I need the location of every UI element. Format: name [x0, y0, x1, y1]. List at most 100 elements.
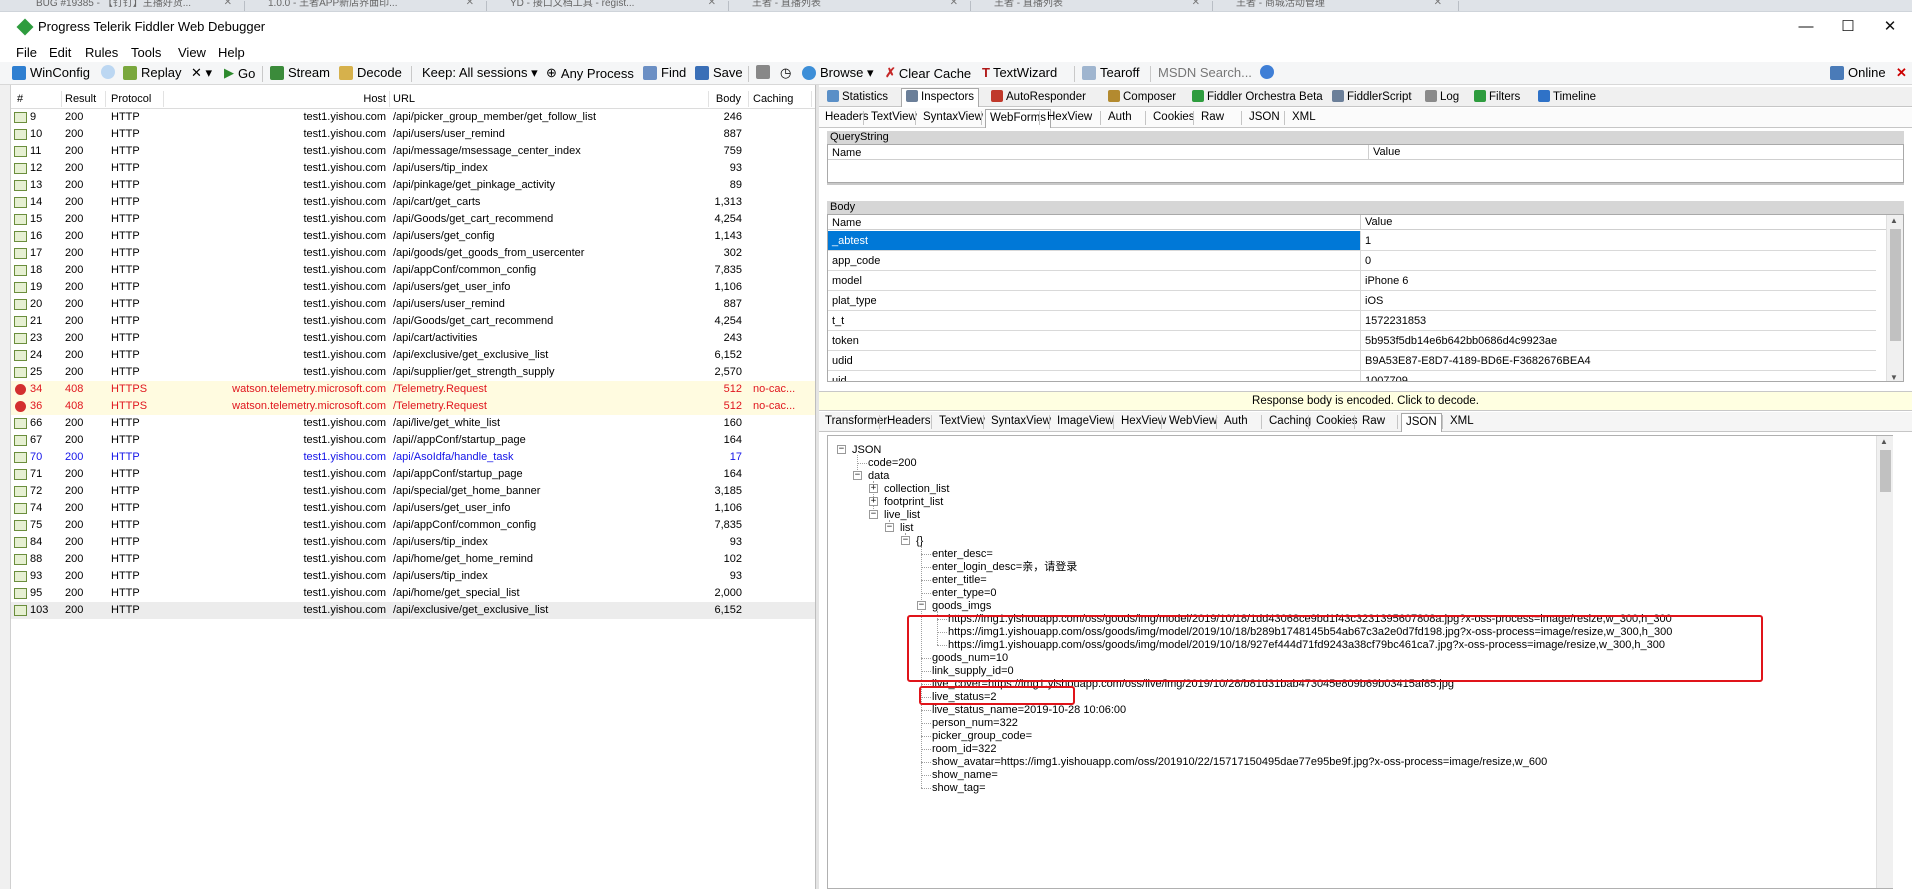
collapse-icon[interactable]: −: [853, 471, 862, 480]
main-tab[interactable]: Statistics: [823, 90, 892, 103]
close-icon[interactable]: ✕: [1434, 0, 1442, 8]
session-row[interactable]: 24 200 HTTP test1.yishou.com/api/exclusive/…: [11, 347, 817, 364]
body-param-row[interactable]: _abtest 1: [828, 231, 1876, 251]
body-param-row[interactable]: model iPhone 6: [828, 271, 1876, 291]
collapse-icon[interactable]: −: [901, 536, 910, 545]
request-tab[interactable]: TextView: [867, 111, 921, 123]
col-url[interactable]: URL: [393, 93, 415, 105]
col-num[interactable]: #: [17, 93, 23, 105]
maximize-button[interactable]: ☐: [1830, 16, 1866, 40]
close-icon[interactable]: ✕: [1192, 0, 1200, 8]
expand-icon[interactable]: +: [869, 497, 878, 506]
request-tab[interactable]: WebForms: [985, 109, 1052, 128]
close-icon[interactable]: ✕: [224, 0, 232, 8]
response-tab[interactable]: JSON: [1401, 413, 1442, 432]
request-tab[interactable]: XML: [1288, 111, 1320, 123]
go-button[interactable]: ▶ Go: [224, 65, 255, 81]
collapse-icon[interactable]: −: [885, 523, 894, 532]
msdn-search-input[interactable]: MSDN Search...: [1158, 65, 1252, 80]
browser-tab[interactable]: BUG #19385 - 【钉钉】主播好货... ✕: [18, 0, 238, 11]
session-row[interactable]: 88 200 HTTP test1.yishou.com/api/home/get_h…: [11, 551, 817, 568]
session-row[interactable]: 34 408 HTTPS watson.telemetry.microsoft.com…: [11, 381, 817, 398]
session-row[interactable]: 66 200 HTTP test1.yishou.com/api/live/get_w…: [11, 415, 817, 432]
response-tab[interactable]: Raw: [1358, 415, 1389, 427]
close-icon[interactable]: ✕: [950, 0, 958, 8]
encoded-response-notice[interactable]: Response body is encoded. Click to decod…: [819, 391, 1912, 411]
collapse-icon[interactable]: −: [917, 601, 926, 610]
left-collapse-strip[interactable]: [0, 85, 11, 889]
remove-button[interactable]: ✕ ▾: [191, 65, 212, 81]
any-process-button[interactable]: ⊕ Any Process: [546, 65, 634, 81]
main-tab[interactable]: AutoResponder: [987, 90, 1090, 103]
menu-edit[interactable]: Edit: [49, 45, 71, 60]
browser-tab[interactable]: 王者 - 直播列表 ✕: [976, 0, 1206, 11]
browser-tab[interactable]: 王者 - 商城活动管理 ✕: [1218, 0, 1448, 11]
session-row[interactable]: 72 200 HTTP test1.yishou.com/api/special/ge…: [11, 483, 817, 500]
session-row[interactable]: 21 200 HTTP test1.yishou.com/api/Goods/get_…: [11, 313, 817, 330]
session-row[interactable]: 15 200 HTTP test1.yishou.com/api/Goods/get_…: [11, 211, 817, 228]
request-tab[interactable]: SyntaxView: [919, 111, 987, 123]
response-tab[interactable]: Headers: [883, 415, 934, 427]
col-result[interactable]: Result: [65, 93, 96, 105]
response-tab[interactable]: TextView: [935, 415, 989, 427]
request-tab[interactable]: JSON: [1245, 111, 1284, 123]
body-param-row[interactable]: uid 1007709: [828, 371, 1876, 381]
browser-tab[interactable]: 王者 - 直播列表 ✕: [734, 0, 964, 11]
main-tab[interactable]: Inspectors: [901, 88, 980, 107]
body-param-row[interactable]: app_code 0: [828, 251, 1876, 271]
request-tab[interactable]: Raw: [1197, 111, 1228, 123]
menu-help[interactable]: Help: [218, 45, 245, 60]
close-icon[interactable]: ✕: [708, 0, 716, 8]
browser-tab[interactable]: 1.0.0 - 王者APP新店界面印... ✕: [250, 0, 480, 11]
session-row[interactable]: 18 200 HTTP test1.yishou.com/api/appConf/co…: [11, 262, 817, 279]
session-row[interactable]: 9 200 HTTP test1.yishou.com/api/picker_grou…: [11, 109, 817, 126]
find-button[interactable]: Find: [643, 65, 686, 80]
col-host[interactable]: Host: [351, 93, 386, 105]
request-tab[interactable]: Auth: [1104, 111, 1136, 123]
body-param-row[interactable]: t_t 1572231853: [828, 311, 1876, 331]
session-row[interactable]: 14 200 HTTP test1.yishou.com/api/cart/get_c…: [11, 194, 817, 211]
close-window-button[interactable]: ✕: [1872, 16, 1908, 40]
response-tab[interactable]: WebView: [1165, 415, 1221, 427]
session-row[interactable]: 36 408 HTTPS watson.telemetry.microsoft.com…: [11, 398, 817, 415]
expand-icon[interactable]: +: [869, 484, 878, 493]
response-tab[interactable]: HexView: [1117, 415, 1170, 427]
response-tab[interactable]: ImageView: [1053, 415, 1118, 427]
main-tab[interactable]: FiddlerScript: [1328, 90, 1416, 103]
session-row[interactable]: 75 200 HTTP test1.yishou.com/api/appConf/co…: [11, 517, 817, 534]
browser-tab[interactable]: YD - 接口文档工具 - regist... ✕: [492, 0, 722, 11]
request-tab[interactable]: Headers: [821, 111, 872, 123]
tearoff-button[interactable]: Tearoff: [1082, 65, 1140, 80]
collapse-icon[interactable]: −: [837, 445, 846, 454]
browse-button[interactable]: Browse ▾: [802, 65, 874, 81]
session-row[interactable]: 93 200 HTTP test1.yishou.com/api/users/tip_…: [11, 568, 817, 585]
decode-button[interactable]: Decode: [339, 65, 402, 80]
scroll-down-icon[interactable]: ▼: [1890, 373, 1898, 381]
body-param-row[interactable]: udid B9A53E87-E8D7-4189-BD6E-F3682676BEA4: [828, 351, 1876, 371]
session-row[interactable]: 23 200 HTTP test1.yishou.com/api/cart/activ…: [11, 330, 817, 347]
session-row[interactable]: 95 200 HTTP test1.yishou.com/api/home/get_s…: [11, 585, 817, 602]
session-row[interactable]: 70 200 HTTP test1.yishou.com/api/AsoIdfa/ha…: [11, 449, 817, 466]
main-tab[interactable]: Log: [1421, 90, 1463, 103]
clear-cache-button[interactable]: ✗ Clear Cache: [885, 65, 971, 81]
col-protocol[interactable]: Protocol: [111, 93, 151, 105]
json-node[interactable]: list: [900, 521, 913, 536]
session-row[interactable]: 10 200 HTTP test1.yishou.com/api/users/user…: [11, 126, 817, 143]
scroll-thumb[interactable]: [1890, 229, 1901, 341]
menu-rules[interactable]: Rules: [85, 45, 118, 60]
session-row[interactable]: 103 200 HTTP test1.yishou.com/api/exclusive…: [11, 602, 817, 619]
comment-button[interactable]: [101, 65, 119, 79]
json-node[interactable]: show_tag=: [932, 781, 986, 796]
scroll-up-icon[interactable]: ▲: [1880, 437, 1888, 446]
request-tab[interactable]: HexView: [1043, 111, 1096, 123]
body-param-row[interactable]: plat_type iOS: [828, 291, 1876, 311]
replay-button[interactable]: Replay: [123, 65, 181, 80]
minimize-button[interactable]: —: [1788, 16, 1824, 40]
session-row[interactable]: 71 200 HTTP test1.yishou.com/api/appConf/st…: [11, 466, 817, 483]
session-row[interactable]: 84 200 HTTP test1.yishou.com/api/users/tip_…: [11, 534, 817, 551]
main-tab[interactable]: Timeline: [1534, 90, 1600, 103]
body-param-row[interactable]: token 5b953f5db14e6b642bb0686d4c9923ae: [828, 331, 1876, 351]
close-icon[interactable]: ✕: [466, 0, 474, 8]
scroll-up-icon[interactable]: ▲: [1890, 216, 1898, 225]
response-tab[interactable]: SyntaxView: [987, 415, 1055, 427]
